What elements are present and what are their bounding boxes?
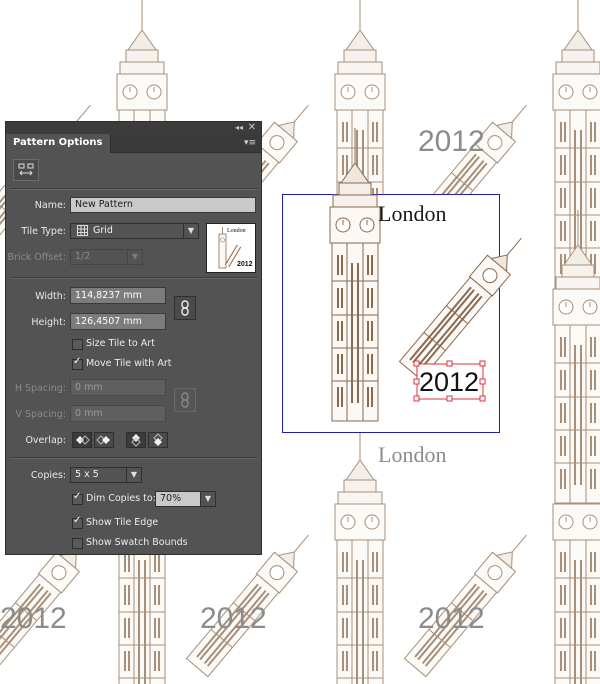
- overlap-top-icon: [131, 434, 141, 447]
- width-field[interactable]: 114,8237 mm: [70, 287, 166, 304]
- show-swatch-bounds-label: Show Swatch Bounds: [86, 537, 188, 548]
- copy-year-label: 2012: [418, 602, 485, 635]
- dim-copies-label: Dim Copies to:: [86, 493, 156, 504]
- overlap-right-icon: [96, 435, 110, 445]
- collapse-icon[interactable]: ◂◂: [235, 123, 243, 132]
- v-spacing-label: V Spacing:: [15, 409, 66, 420]
- overlap-left-in-front-button[interactable]: [72, 432, 92, 448]
- brick-offset-label: Brick Offset:: [7, 252, 66, 263]
- move-tile-with-art-checkbox[interactable]: ✓: [72, 356, 83, 370]
- show-swatch-bounds-checkbox[interactable]: [72, 538, 83, 549]
- chevron-down-icon: ▼: [127, 250, 142, 264]
- svg-text:2012: 2012: [237, 261, 253, 268]
- height-label: Height:: [31, 317, 66, 328]
- move-tile-with-art-label: Move Tile with Art: [86, 358, 172, 369]
- checkmark-icon: ✓: [73, 491, 82, 502]
- pattern-tile-tool-button[interactable]: [13, 159, 39, 181]
- copies-value: 5 x 5: [75, 469, 99, 480]
- copies-label: Copies:: [30, 470, 66, 481]
- grid-icon: [77, 225, 88, 236]
- overlap-bottom-icon: [153, 433, 163, 446]
- tile-type-select[interactable]: Grid ▼: [70, 223, 199, 239]
- chevron-down-icon: ▼: [126, 468, 141, 482]
- chevron-down-icon: ▼: [183, 224, 198, 238]
- chevron-down-icon: ▼: [200, 492, 215, 506]
- checkmark-icon: ✓: [73, 356, 82, 367]
- dim-copies-select[interactable]: 70% ▼: [155, 491, 216, 507]
- brick-offset-value: 1/2: [75, 251, 91, 262]
- tile-year-text[interactable]: 2012: [419, 367, 479, 397]
- close-icon[interactable]: ✕: [248, 122, 256, 133]
- copies-select[interactable]: 5 x 5 ▼: [70, 467, 142, 483]
- copy-year-label: 2012: [200, 602, 267, 635]
- overlap-label: Overlap:: [25, 435, 66, 446]
- dim-copies-checkbox[interactable]: ✓: [72, 491, 83, 505]
- width-label: Width:: [35, 291, 66, 302]
- chain-link-icon: [181, 392, 189, 408]
- v-spacing-field[interactable]: 0 mm: [70, 405, 166, 422]
- show-tile-edge-label: Show Tile Edge: [86, 517, 159, 528]
- checkmark-icon: ✓: [73, 515, 82, 526]
- tab-pattern-options[interactable]: Pattern Options: [6, 134, 111, 153]
- show-tile-edge-checkbox[interactable]: ✓: [72, 515, 83, 529]
- pattern-name-field[interactable]: New Pattern: [70, 197, 256, 213]
- size-tile-to-art-label: Size Tile to Art: [86, 338, 155, 349]
- height-field[interactable]: 126,4507 mm: [70, 313, 166, 330]
- tile-london-text[interactable]: London: [378, 201, 446, 226]
- tile-tool-icon: [18, 163, 34, 176]
- pattern-options-panel: ◂◂ ✕ Pattern Options ▾≡ Name: New Patter…: [5, 121, 262, 555]
- copy-year-label: 2012: [418, 125, 485, 158]
- name-label: Name:: [34, 200, 66, 211]
- copy-year-label: 2012: [0, 602, 67, 635]
- brick-offset-select[interactable]: 1/2 ▼: [70, 249, 143, 265]
- chain-link-icon: [181, 300, 189, 316]
- tile-type-label: Tile Type:: [21, 226, 66, 237]
- overlap-right-in-front-button[interactable]: [94, 432, 114, 448]
- size-tile-to-art-checkbox[interactable]: [72, 339, 83, 350]
- svg-text:London: London: [227, 228, 246, 234]
- dim-copies-value: 70%: [160, 493, 182, 504]
- link-spacing-button[interactable]: [174, 388, 196, 412]
- copy-london-label: London: [378, 442, 446, 467]
- h-spacing-label: H Spacing:: [14, 383, 66, 394]
- panel-titlebar[interactable]: ◂◂ ✕: [6, 122, 261, 134]
- panel-tab-row: Pattern Options ▾≡: [6, 134, 261, 153]
- h-spacing-field[interactable]: 0 mm: [70, 379, 166, 396]
- link-dimensions-button[interactable]: [174, 296, 196, 320]
- tile-type-value: Grid: [93, 225, 113, 236]
- overlap-bottom-in-front-button[interactable]: [148, 432, 168, 448]
- pattern-thumbnail: London 2012: [206, 223, 256, 273]
- panel-menu-icon[interactable]: ▾≡: [244, 138, 256, 148]
- overlap-left-icon: [76, 435, 90, 445]
- overlap-top-in-front-button[interactable]: [126, 432, 146, 448]
